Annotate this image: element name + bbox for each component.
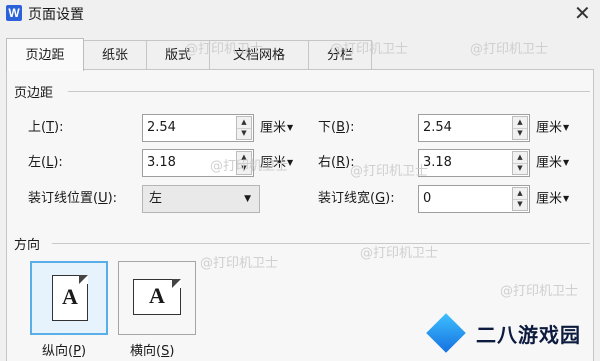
tab-paper[interactable]: 纸张 <box>83 40 147 69</box>
left-margin-label: 左(L): <box>28 155 63 170</box>
gutter-position-select[interactable]: 左 ▼ <box>142 185 260 213</box>
gutter-width-label: 装订线宽(G): <box>318 191 395 206</box>
right-margin-label: 右(R): <box>318 155 355 170</box>
section-divider <box>52 243 590 244</box>
tab-margins[interactable]: 页边距 <box>6 38 84 71</box>
landscape-page-icon: A <box>133 279 181 315</box>
left-margin-unit-dropdown[interactable]: 厘米▼ <box>260 149 293 178</box>
wps-writer-icon: W <box>6 5 22 21</box>
close-icon[interactable]: ✕ <box>574 2 591 24</box>
cube-logo-icon <box>426 313 466 353</box>
decrement-icon[interactable]: ▼ <box>237 128 251 139</box>
chevron-down-icon: ▼ <box>244 194 251 204</box>
section-orientation-title: 方向 <box>14 238 41 253</box>
section-divider <box>68 91 590 92</box>
right-margin-unit-dropdown[interactable]: 厘米▼ <box>536 149 569 178</box>
bottom-margin-label: 下(B): <box>318 120 355 135</box>
tab-layout[interactable]: 版式 <box>146 40 210 69</box>
right-margin-input[interactable]: 3.18 ▲ ▼ <box>418 149 530 177</box>
top-margin-input[interactable]: 2.54 ▲ ▼ <box>142 114 254 142</box>
left-margin-input[interactable]: 3.18 ▲ ▼ <box>142 149 254 177</box>
decrement-icon[interactable]: ▼ <box>513 199 527 210</box>
watermark: @打印机卫士 <box>470 42 549 57</box>
portrait-option[interactable]: A <box>30 261 108 335</box>
decrement-icon[interactable]: ▼ <box>513 163 527 174</box>
top-margin-label: 上(T): <box>28 120 64 135</box>
gutter-width-input[interactable]: 0 ▲ ▼ <box>418 185 530 213</box>
site-logo: 二八游戏园 <box>418 309 600 361</box>
gutter-width-unit-dropdown[interactable]: 厘米▼ <box>536 185 569 214</box>
tab-document-grid[interactable]: 文档网格 <box>209 40 309 69</box>
bottom-margin-unit-dropdown[interactable]: 厘米▼ <box>536 114 569 143</box>
top-margin-unit-dropdown[interactable]: 厘米▼ <box>260 114 293 143</box>
decrement-icon[interactable]: ▼ <box>237 163 251 174</box>
landscape-label: 横向(S) <box>130 344 175 359</box>
portrait-page-icon: A <box>52 275 88 321</box>
landscape-option[interactable]: A <box>118 261 196 335</box>
tab-columns[interactable]: 分栏 <box>308 40 372 69</box>
decrement-icon[interactable]: ▼ <box>513 128 527 139</box>
dialog-title: 页面设置 <box>28 7 84 23</box>
bottom-margin-input[interactable]: 2.54 ▲ ▼ <box>418 114 530 142</box>
portrait-label: 纵向(P) <box>42 344 87 359</box>
title-bar: W 页面设置 ✕ <box>0 0 600 28</box>
section-margins-title: 页边距 <box>14 86 54 101</box>
gutter-position-label: 装订线位置(U): <box>28 191 118 206</box>
